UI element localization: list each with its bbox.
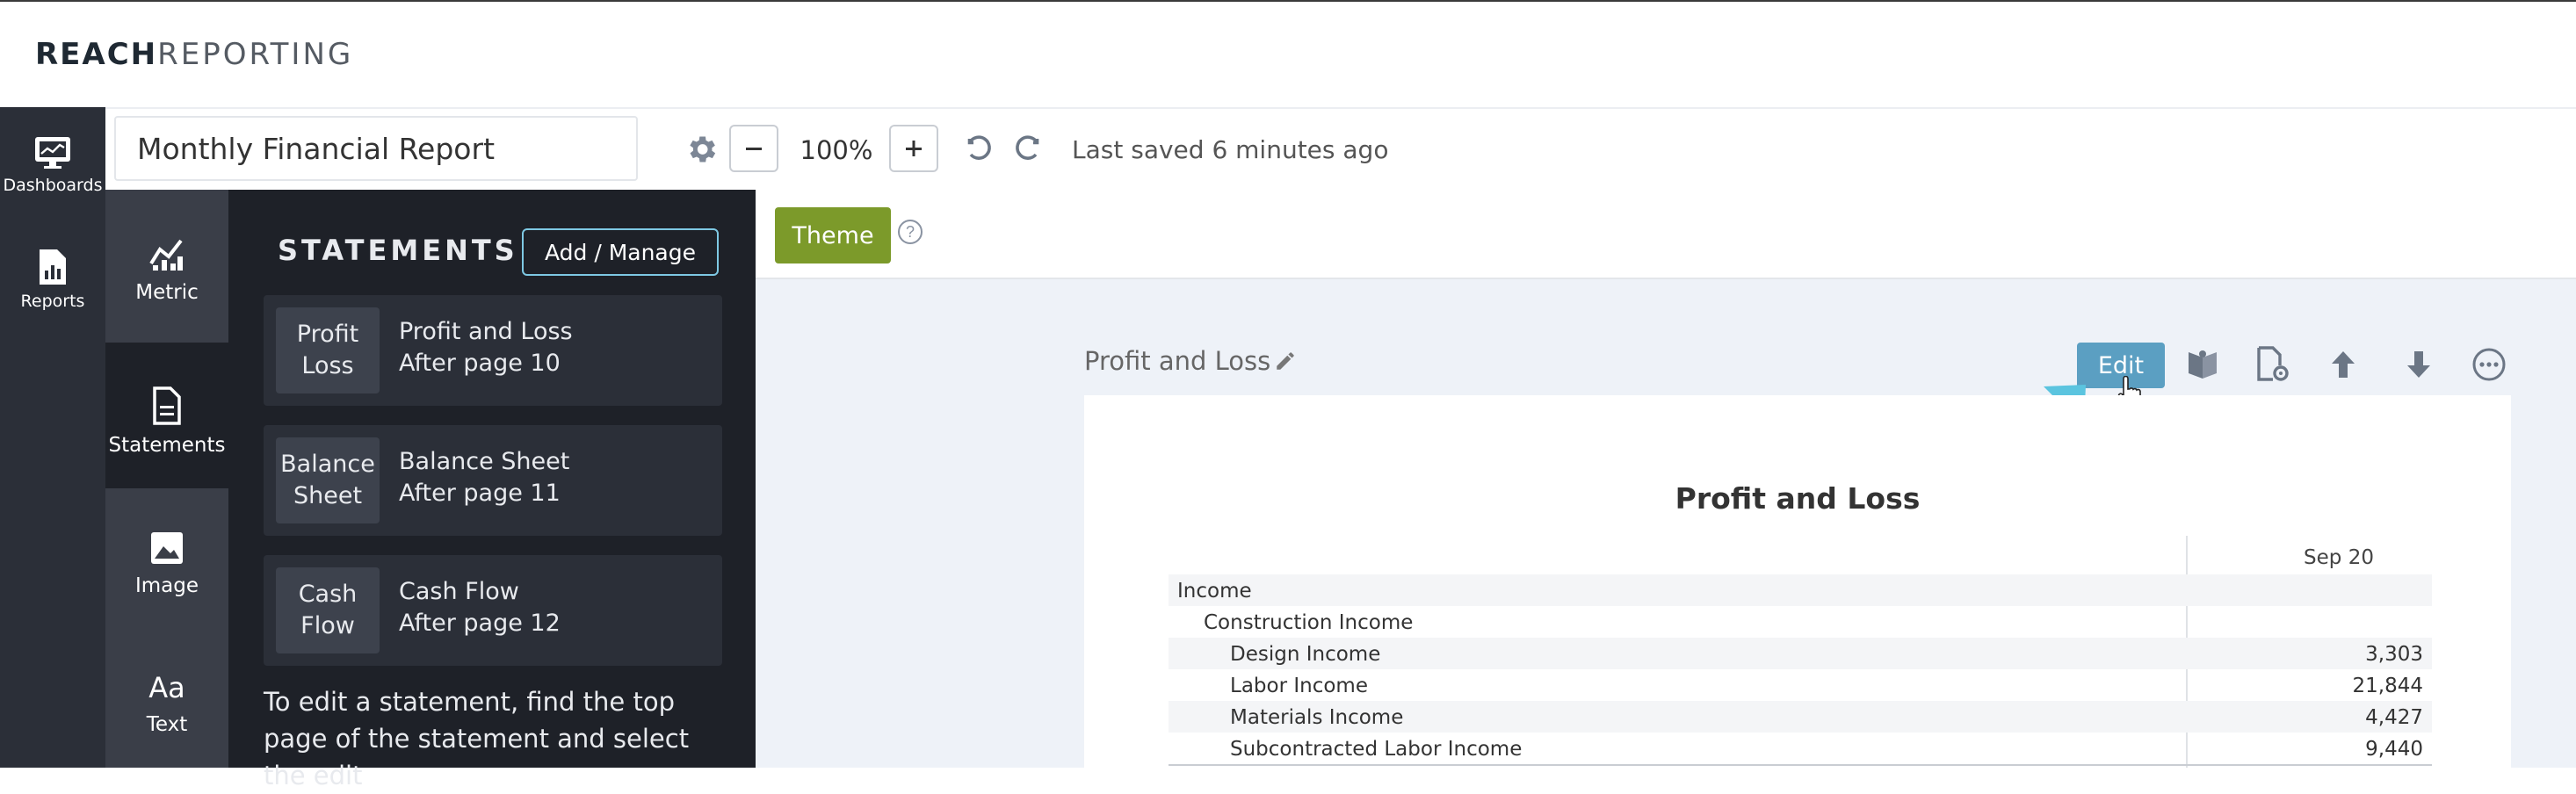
statement-name: Profit and Loss <box>399 318 573 345</box>
tab-image-label: Image <box>134 574 199 597</box>
statement-name: Cash Flow <box>399 578 519 605</box>
statement-card-cash-flow[interactable]: Cash Flow Cash Flow After page 12 <box>264 555 722 666</box>
page-settings-icon[interactable] <box>2253 344 2293 385</box>
theme-button[interactable]: Theme <box>775 207 891 263</box>
move-down-icon[interactable] <box>2399 344 2439 385</box>
table-row: Subcontracted Labor Income 9,440 <box>1169 733 2432 766</box>
statement-thumbnail: Cash Flow <box>276 567 380 653</box>
thumb-line: Flow <box>300 612 355 639</box>
row-value: 3,303 <box>2365 643 2423 666</box>
nav-dashboards-label: Dashboards <box>3 176 103 195</box>
metric-chart-icon <box>149 239 183 271</box>
tab-statements[interactable]: Statements <box>105 343 228 488</box>
tab-metric-label: Metric <box>135 281 199 304</box>
image-icon <box>151 532 183 564</box>
row-value: 21,844 <box>2352 675 2423 697</box>
arrow-up-icon <box>2332 351 2355 378</box>
report-file-icon <box>40 249 66 285</box>
zoom-level: 100% <box>800 135 873 165</box>
gear-icon[interactable] <box>684 132 719 167</box>
thumb-line: Sheet <box>293 482 363 509</box>
zoom-in-button[interactable] <box>889 125 938 172</box>
pencil-icon[interactable] <box>1274 350 1297 372</box>
table-row: Labor Income 21,844 <box>1169 669 2432 701</box>
insert-tabs: Metric Statements Image Aa Text <box>105 190 228 768</box>
brand-logo-bold: REACH <box>35 37 158 72</box>
move-up-icon[interactable] <box>2323 344 2363 385</box>
document-icon <box>153 386 181 425</box>
row-label: Materials Income <box>1230 706 1404 729</box>
help-icon[interactable]: ? <box>898 220 923 244</box>
tab-statements-label: Statements <box>108 434 226 457</box>
undo-icon[interactable] <box>963 134 995 165</box>
plus-icon <box>906 141 922 156</box>
ellipsis-circle-icon <box>2472 348 2506 381</box>
open-book-icon[interactable] <box>2182 344 2223 385</box>
row-value: 4,427 <box>2365 706 2423 729</box>
main-nav-rail: Dashboards Reports <box>0 107 105 768</box>
save-status: Last saved 6 minutes ago <box>1072 135 1389 164</box>
brand-header: REACHREPORTING <box>0 2 2576 109</box>
editor-toolbar: 100% Last saved 6 minutes ago <box>105 109 2576 191</box>
minus-icon <box>746 148 762 150</box>
book-icon <box>2189 350 2217 379</box>
nav-dashboards[interactable]: Dashboards <box>0 135 105 195</box>
tab-metric[interactable]: Metric <box>105 237 228 304</box>
brand-logo-light: REPORTING <box>157 37 354 72</box>
tab-text-label: Text <box>146 713 188 736</box>
row-label: Design Income <box>1230 643 1381 666</box>
file-gear-icon <box>2257 346 2289 381</box>
statement-thumbnail: Balance Sheet <box>276 437 380 523</box>
text-aa-icon: Aa <box>148 671 185 704</box>
zoom-out-button[interactable] <box>729 125 778 172</box>
thumb-line: Balance <box>280 451 375 478</box>
page-title: Profit and Loss <box>1084 346 1271 376</box>
statement-name: Balance Sheet <box>399 448 570 475</box>
panel-title: STATEMENTS <box>278 234 518 267</box>
monitor-icon <box>35 137 70 169</box>
table-row: Materials Income 4,427 <box>1169 701 2432 733</box>
statement-page[interactable]: Profit and Loss Sep 20 Income Constructi… <box>1084 395 2511 768</box>
report-title-input[interactable] <box>114 116 638 181</box>
row-value: 9,440 <box>2365 738 2423 761</box>
add-manage-button[interactable]: Add / Manage <box>522 228 719 276</box>
column-header: Sep 20 <box>2304 546 2374 569</box>
thumb-line: Loss <box>301 352 354 379</box>
redo-icon[interactable] <box>1012 134 1044 165</box>
statement-thumbnail: Profit Loss <box>276 307 380 393</box>
table-row: Construction Income <box>1169 606 2432 638</box>
statements-panel: STATEMENTS Add / Manage Profit Loss Profi… <box>228 190 756 790</box>
thumb-line: Profit <box>296 321 359 348</box>
statement-card-balance-sheet[interactable]: Balance Sheet Balance Sheet After page 11 <box>264 425 722 536</box>
thumb-line: Cash <box>298 581 358 608</box>
row-label: Subcontracted Labor Income <box>1230 738 1523 761</box>
tab-text[interactable]: Aa Text <box>105 671 228 736</box>
statement-title: Profit and Loss <box>1675 481 1921 516</box>
statement-position: After page 10 <box>399 350 561 377</box>
more-options-icon[interactable] <box>2469 344 2509 385</box>
table-row: Design Income 3,303 <box>1169 638 2432 669</box>
brand-logo[interactable]: REACHREPORTING <box>35 37 353 72</box>
statement-position: After page 12 <box>399 610 561 637</box>
row-label: Income <box>1177 580 1252 603</box>
row-label: Labor Income <box>1230 675 1368 697</box>
nav-reports[interactable]: Reports <box>0 248 105 311</box>
statement-card-profit-loss[interactable]: Profit Loss Profit and Loss After page 10 <box>264 295 722 406</box>
canvas-toolbar: Theme ? <box>756 190 2576 279</box>
nav-reports-label: Reports <box>20 292 85 311</box>
row-label: Construction Income <box>1204 611 1414 634</box>
panel-help-text: To edit a statement, find the top page o… <box>264 687 690 790</box>
statement-position: After page 11 <box>399 480 561 507</box>
tab-image[interactable]: Image <box>105 531 228 597</box>
arrow-down-icon <box>2407 351 2430 378</box>
report-canvas: Profit and Loss Edit Profit and Loss Sep… <box>756 279 2576 768</box>
table-row: Income <box>1169 574 2432 606</box>
